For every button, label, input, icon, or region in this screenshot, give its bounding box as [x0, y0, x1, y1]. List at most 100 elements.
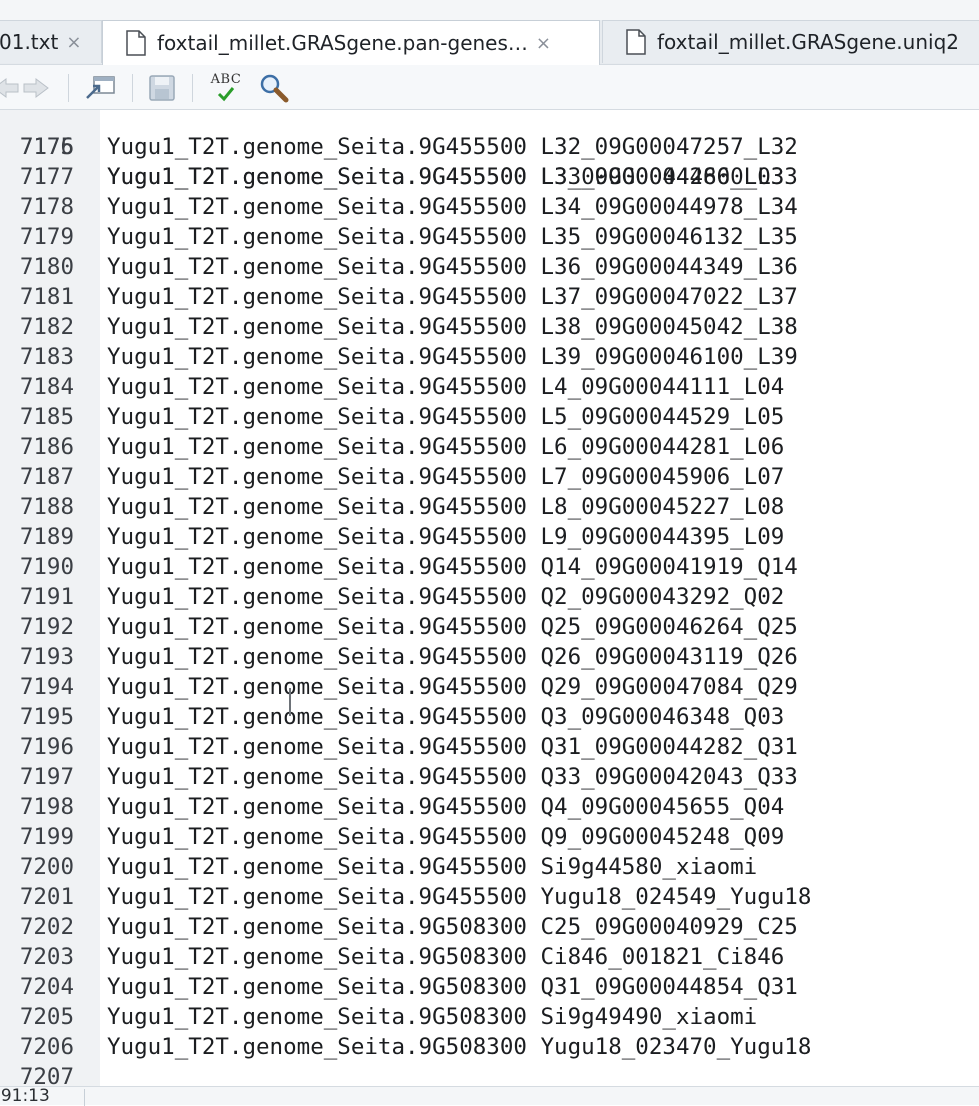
tab-label: 01.txt	[0, 30, 59, 54]
line-text: Yugu1_T2T.genome_Seita.9G455500 L34_09G0…	[107, 194, 798, 220]
line-text: Yugu1_T2T.genome_Seita.9G455500 Q4_09G00…	[107, 794, 785, 820]
editor-line: 7197 Yugu1_T2T.genome_Seita.9G455500 Q33_…	[0, 762, 979, 792]
line-text: Yugu1_T2T.genome_Seita.9G508300 Yugu18_0…	[107, 1034, 812, 1060]
editor-lines: 7175 Yugu1_T2T.genome_Seita.9G455500 L3_…	[0, 110, 979, 1086]
line-number: 7183	[19, 344, 74, 370]
show-in-window-button[interactable]	[82, 73, 118, 103]
editor-line: 7195 Yugu1_T2T.genome_Seita.9G455500 Q3_0…	[0, 702, 979, 732]
editor-line: 7205 Yugu1_T2T.genome_Seita.9G508300 Si9g…	[0, 1002, 979, 1032]
line-text: Yugu1_T2T.genome_Seita.9G455500 L32_09G0…	[107, 134, 798, 160]
line-number: 7188	[19, 494, 74, 520]
back-forward-buttons[interactable]	[0, 73, 52, 103]
line-number: 7197	[19, 764, 74, 790]
line-number: 7205	[19, 1004, 74, 1030]
line-number: 7198	[19, 794, 74, 820]
line-number: 7194	[19, 674, 74, 700]
line-text: Yugu1_T2T.genome_Seita.9G455500 Q3_09G00…	[107, 704, 785, 730]
magnifier-icon	[260, 74, 289, 103]
checkmark-icon	[217, 87, 235, 102]
editor-line: 7191 Yugu1_T2T.genome_Seita.9G455500 Q2_0…	[0, 582, 979, 612]
save-icon	[149, 75, 175, 101]
line-text: Yugu1_T2T.genome_Seita.9G455500 Q29_09G0…	[107, 674, 798, 700]
editor-line: 7198 Yugu1_T2T.genome_Seita.9G455500 Q4_0…	[0, 792, 979, 822]
editor-line: 7176 Yugu1_T2T.genome_Seita.9G455500 L32_…	[0, 132, 979, 162]
editor-line: 7193 Yugu1_T2T.genome_Seita.9G455500 Q26_…	[0, 642, 979, 672]
editor-line: 7190 Yugu1_T2T.genome_Seita.9G455500 Q14_…	[0, 552, 979, 582]
editor-line: 7194 Yugu1_T2T.genome_Seita.9G455500 Q29_…	[0, 672, 979, 702]
editor-line: 7200 Yugu1_T2T.genome_Seita.9G455500 Si9g…	[0, 852, 979, 882]
text-cursor	[289, 688, 291, 716]
line-text: Yugu1_T2T.genome_Seita.9G455500 L8_09G00…	[107, 494, 785, 520]
editor-line: 7183 Yugu1_T2T.genome_Seita.9G455500 L39_…	[0, 342, 979, 372]
tab-label: foxtail_millet.GRASgene.uniq2	[657, 30, 959, 54]
find-button[interactable]	[256, 73, 292, 103]
line-number: 7201	[19, 884, 74, 910]
editor-line: 7192 Yugu1_T2T.genome_Seita.9G455500 Q25_…	[0, 612, 979, 642]
tab-uniq2[interactable]: foxtail_millet.GRASgene.uniq2	[602, 20, 979, 63]
editor-line: 7188 Yugu1_T2T.genome_Seita.9G455500 L8_0…	[0, 492, 979, 522]
file-icon	[126, 30, 146, 56]
line-number: 7191	[19, 584, 74, 610]
line-text: Yugu1_T2T.genome_Seita.9G508300 C25_09G0…	[107, 914, 798, 940]
line-text: Yugu1_T2T.genome_Seita.9G455500 Yugu18_0…	[107, 884, 812, 910]
line-number: 7199	[19, 824, 74, 850]
line-number: 7207	[19, 1064, 74, 1086]
line-number: 7193	[19, 644, 74, 670]
line-number: 7181	[19, 284, 74, 310]
line-number: 7204	[19, 974, 74, 1000]
line-text: Yugu1_T2T.genome_Seita.9G455500 L5_09G00…	[107, 404, 785, 430]
line-text: Yugu1_T2T.genome_Seita.9G455500 Q33_09G0…	[107, 764, 798, 790]
editor-line: 7177 Yugu1_T2T.genome_Seita.9G455500 L33_…	[0, 162, 979, 192]
line-number: 7206	[19, 1034, 74, 1060]
line-number: 7203	[19, 944, 74, 970]
editor-line: 7206 Yugu1_T2T.genome_Seita.9G508300 Yugu…	[0, 1032, 979, 1062]
line-number: 7195	[19, 704, 74, 730]
editor-line: 7204 Yugu1_T2T.genome_Seita.9G508300 Q31_…	[0, 972, 979, 1002]
window-top-strip	[0, 0, 979, 21]
line-number: 7190	[19, 554, 74, 580]
close-icon[interactable]: ×	[66, 32, 81, 53]
line-text: Yugu1_T2T.genome_Seita.9G455500 Q9_09G00…	[107, 824, 785, 850]
tab-01-txt[interactable]: 01.txt ×	[0, 20, 102, 63]
line-text: Yugu1_T2T.genome_Seita.9G455500 L36_09G0…	[107, 254, 798, 280]
file-icon	[626, 29, 646, 55]
line-text: Yugu1_T2T.genome_Seita.9G455500 Q14_09G0…	[107, 554, 798, 580]
line-number: 7202	[19, 914, 74, 940]
line-text: Yugu1_T2T.genome_Seita.9G455500 L7_09G00…	[107, 464, 785, 490]
editor-line: 7189 Yugu1_T2T.genome_Seita.9G455500 L9_0…	[0, 522, 979, 552]
line-number: 7176	[19, 134, 74, 160]
line-text: Yugu1_T2T.genome_Seita.9G455500 Q26_09G0…	[107, 644, 798, 670]
line-number: 7184	[19, 374, 74, 400]
spellcheck-button[interactable]: ABC	[204, 73, 248, 103]
line-text: Yugu1_T2T.genome_Seita.9G455500 L9_09G00…	[107, 524, 785, 550]
line-number: 7177	[19, 164, 74, 190]
line-text: Yugu1_T2T.genome_Seita.9G455500 L33_09G0…	[107, 164, 798, 190]
line-number: 7187	[19, 464, 74, 490]
line-number: 7189	[19, 524, 74, 550]
tab-pan-genes[interactable]: foxtail_millet.GRASgene.pan-genes… ×	[102, 20, 600, 65]
cursor-position[interactable]: 191:13	[0, 1087, 50, 1106]
line-text: Yugu1_T2T.genome_Seita.9G455500 L6_09G00…	[107, 434, 785, 460]
line-text: Yugu1_T2T.genome_Seita.9G455500 L35_09G0…	[107, 224, 798, 250]
tab-bar: 01.txt × foxtail_millet.GRASgene.pan-gen…	[0, 20, 979, 65]
editor-line: 7186 Yugu1_T2T.genome_Seita.9G455500 L6_0…	[0, 432, 979, 462]
line-text: Yugu1_T2T.genome_Seita.9G508300 Ci846_00…	[107, 944, 785, 970]
line-text: Yugu1_T2T.genome_Seita.9G455500 L37_09G0…	[107, 284, 798, 310]
text-editor[interactable]: 7175 Yugu1_T2T.genome_Seita.9G455500 L3_…	[0, 110, 979, 1086]
status-separator	[84, 1089, 85, 1106]
line-number: 7196	[19, 734, 74, 760]
line-text: Yugu1_T2T.genome_Seita.9G455500 L39_09G0…	[107, 344, 798, 370]
save-button[interactable]	[146, 73, 178, 103]
line-number: 7178	[19, 194, 74, 220]
close-icon[interactable]: ×	[536, 33, 551, 54]
line-text: Yugu1_T2T.genome_Seita.9G455500 Q2_09G00…	[107, 584, 785, 610]
editor-line: 7181 Yugu1_T2T.genome_Seita.9G455500 L37_…	[0, 282, 979, 312]
line-number: 7200	[19, 854, 74, 880]
editor-line: 7201 Yugu1_T2T.genome_Seita.9G455500 Yugu…	[0, 882, 979, 912]
editor-line: 7187 Yugu1_T2T.genome_Seita.9G455500 L7_0…	[0, 462, 979, 492]
editor-toolbar: ABC	[0, 64, 979, 110]
line-number: 7185	[19, 404, 74, 430]
line-number: 7192	[19, 614, 74, 640]
line-text: Yugu1_T2T.genome_Seita.9G508300 Q31_09G0…	[107, 974, 798, 1000]
tab-label: foxtail_millet.GRASgene.pan-genes…	[157, 31, 528, 55]
